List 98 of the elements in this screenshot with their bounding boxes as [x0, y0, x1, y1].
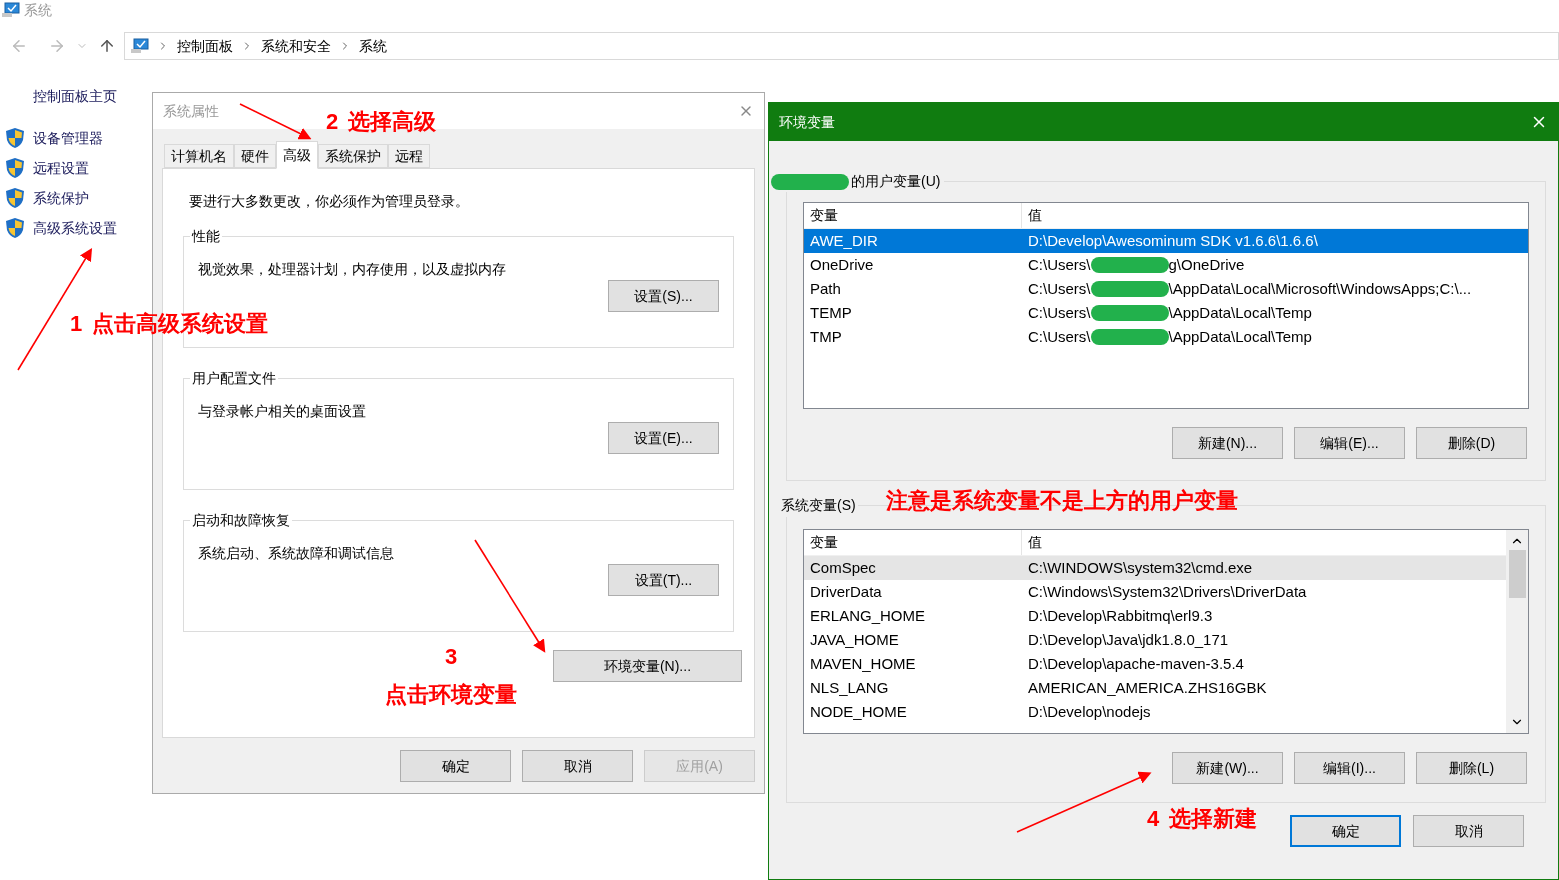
- dialog-title: 系统属性: [163, 101, 219, 121]
- step-number: 3: [444, 643, 458, 671]
- scroll-thumb[interactable]: [1508, 550, 1526, 598]
- column-header[interactable]: 值: [1022, 203, 1528, 228]
- breadcrumb-item[interactable]: 系统: [359, 35, 387, 57]
- variable-row[interactable]: NODE_HOME D:\Develop\nodejs: [804, 700, 1506, 724]
- variable-row[interactable]: JAVA_HOME D:\Develop\Java\jdk1.8.0_171: [804, 628, 1506, 652]
- list-button[interactable]: 删除(D): [1416, 427, 1527, 459]
- column-header[interactable]: 变量: [804, 530, 1022, 555]
- annotation-text: 选择新建: [1169, 805, 1258, 833]
- variable-row[interactable]: Path C:\Users\ \AppData\Local\Microsoft\WindowsApps;C:\...: [804, 277, 1528, 301]
- group-title: 系统变量(S): [781, 497, 856, 513]
- variable-name: TMP: [809, 326, 843, 347]
- variable-name: NLS_LANG: [809, 677, 890, 698]
- annotation-text: 注意是系统变量不是上方的用户变量: [886, 487, 1238, 515]
- dialog-button[interactable]: 取消: [522, 750, 633, 782]
- settings-button[interactable]: 设置(S)...: [608, 280, 719, 312]
- tab[interactable]: 硬件: [234, 144, 276, 168]
- list-button[interactable]: 删除(L): [1416, 752, 1527, 784]
- list-button[interactable]: 新建(W)...: [1172, 752, 1283, 784]
- notice-text: 要进行大多数更改，你必须作为管理员登录。: [188, 192, 470, 211]
- variable-name: ERLANG_HOME: [809, 605, 927, 626]
- forward-icon[interactable]: [48, 37, 66, 55]
- back-icon[interactable]: [10, 37, 28, 55]
- tab[interactable]: 远程: [388, 144, 430, 168]
- variable-row[interactable]: ERLANG_HOME D:\Develop\Rabbitmq\erl9.3: [804, 604, 1506, 628]
- computer-icon: [131, 38, 149, 54]
- variable-value: D:\Develop\apache-maven-3.5.4: [1027, 653, 1245, 674]
- variable-row[interactable]: OneDrive C:\Users\ g\OneDrive: [804, 253, 1528, 277]
- sidebar-link[interactable]: 设备管理器: [33, 127, 103, 149]
- column-header[interactable]: 值: [1022, 530, 1506, 555]
- variable-row[interactable]: TMP C:\Users\ \AppData\Local\Temp: [804, 325, 1528, 349]
- breadcrumb-item[interactable]: 系统和安全: [261, 35, 331, 57]
- variable-value: C:\Users\ \AppData\Local\Temp: [1027, 326, 1313, 347]
- annotation-text: 点击高级系统设置: [92, 310, 269, 338]
- tab[interactable]: 高级: [276, 141, 318, 169]
- sidebar-link[interactable]: 高级系统设置: [33, 217, 117, 239]
- shield-icon: [5, 127, 25, 149]
- variable-value: C:\Users\ \AppData\Local\Microsoft\WindowsApps;C:\...: [1027, 278, 1473, 299]
- group-description: 系统启动、系统故障和调试信息: [198, 544, 395, 563]
- shield-icon: [5, 157, 25, 179]
- tab[interactable]: 系统保护: [318, 144, 388, 168]
- variable-value: C:\WINDOWS\system32\cmd.exe: [1027, 557, 1254, 578]
- tab[interactable]: 计算机名: [164, 144, 234, 168]
- group-title: 启动和故障恢复: [191, 511, 291, 530]
- group-title: 性能: [190, 227, 221, 246]
- address-bar[interactable]: 控制面板 系统和安全 系统: [124, 32, 1559, 60]
- variable-row[interactable]: DriverData C:\Windows\System32\Drivers\DriverData: [804, 580, 1506, 604]
- variable-row[interactable]: AWE_DIR D:\Develop\Awesominum SDK v1.6.6\1.6.6\: [804, 229, 1528, 253]
- variable-name: AWE_DIR: [809, 230, 879, 251]
- dialog-title: 环境变量: [779, 112, 836, 132]
- variable-name: JAVA_HOME: [809, 629, 900, 650]
- settings-button[interactable]: 设置(T)...: [608, 564, 719, 596]
- variable-name: ComSpec: [809, 557, 877, 578]
- annotation-text: 点击环境变量: [385, 681, 517, 709]
- group-description: 视觉效果，处理器计划，内存使用，以及虚拟内存: [198, 260, 507, 279]
- variable-value: D:\Develop\nodejs: [1027, 701, 1152, 722]
- variable-name: DriverData: [809, 581, 883, 602]
- variable-value: D:\Develop\Java\jdk1.8.0_171: [1027, 629, 1230, 650]
- variable-row[interactable]: NLS_LANG AMERICAN_AMERICA.ZHS16GBK: [804, 676, 1506, 700]
- variable-value: AMERICAN_AMERICA.ZHS16GBK: [1027, 677, 1268, 698]
- dialog-button[interactable]: 取消: [1413, 815, 1524, 847]
- column-header[interactable]: 变量: [804, 203, 1022, 228]
- variable-name: Path: [809, 278, 842, 299]
- variable-value: C:\Users\ g\OneDrive: [1027, 254, 1246, 275]
- variable-name: MAVEN_HOME: [809, 653, 917, 674]
- variable-name: TEMP: [809, 302, 853, 323]
- list-button[interactable]: 编辑(I)...: [1294, 752, 1405, 784]
- step-number: 1: [70, 310, 83, 338]
- variable-name: OneDrive: [809, 254, 875, 275]
- variable-value: C:\Users\ \AppData\Local\Temp: [1027, 302, 1313, 323]
- dialog-button[interactable]: 确定: [1290, 815, 1401, 847]
- environment-variables-button[interactable]: 环境变量(N)...: [553, 650, 742, 682]
- sidebar-link[interactable]: 系统保护: [33, 187, 89, 209]
- list-button[interactable]: 新建(N)...: [1172, 427, 1283, 459]
- settings-button[interactable]: 设置(E)...: [608, 422, 719, 454]
- variable-row[interactable]: TEMP C:\Users\ \AppData\Local\Temp: [804, 301, 1528, 325]
- variable-row[interactable]: ComSpec C:\WINDOWS\system32\cmd.exe: [804, 556, 1506, 580]
- shield-icon: [5, 217, 25, 239]
- dialog-button[interactable]: 确定: [400, 750, 511, 782]
- variable-row[interactable]: MAVEN_HOME D:\Develop\apache-maven-3.5.4: [804, 652, 1506, 676]
- step-number: 4: [1147, 805, 1160, 833]
- breadcrumb-item[interactable]: 控制面板: [177, 35, 233, 57]
- up-icon[interactable]: [98, 37, 116, 55]
- group-title: 用户配置文件: [191, 369, 277, 388]
- window-title: 系统: [24, 0, 52, 20]
- scrollbar[interactable]: [1506, 530, 1528, 733]
- variable-value: D:\Develop\Rabbitmq\erl9.3: [1027, 605, 1214, 626]
- list-button[interactable]: 编辑(E)...: [1294, 427, 1405, 459]
- variable-name: NODE_HOME: [809, 701, 908, 722]
- variable-value: C:\Windows\System32\Drivers\DriverData: [1027, 581, 1308, 602]
- step-number: 2: [326, 108, 339, 136]
- group-title: 的用户变量(U): [851, 172, 941, 191]
- group-description: 与登录帐户相关的桌面设置: [198, 402, 367, 421]
- annotation-text: 选择高级: [348, 108, 437, 136]
- variable-value: D:\Develop\Awesominum SDK v1.6.6\1.6.6\: [1027, 230, 1319, 251]
- sidebar-link[interactable]: 远程设置: [33, 157, 89, 179]
- shield-icon: [5, 187, 25, 209]
